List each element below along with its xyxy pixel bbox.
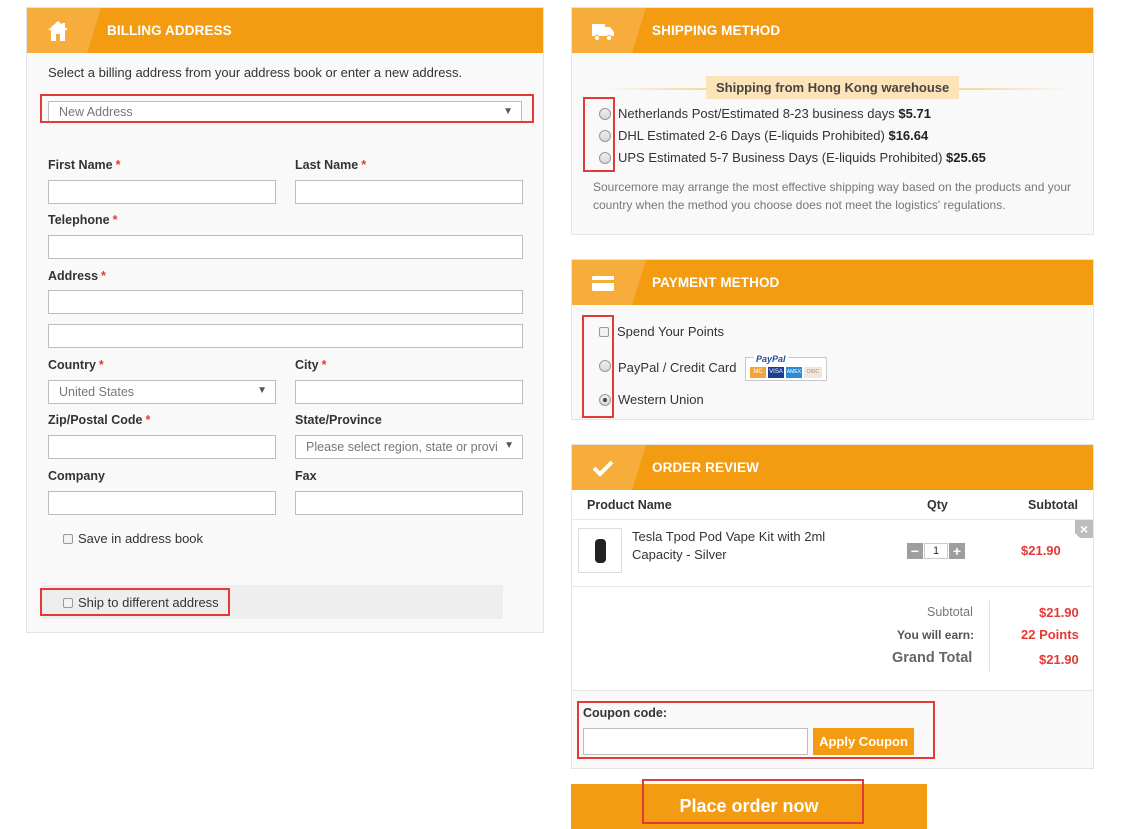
earn-value: 22 Points [1021,627,1079,642]
telephone-label: Telephone * [48,213,118,227]
checkmark-icon [592,460,614,477]
credit-card-icon [592,276,614,291]
billing-title: BILLING ADDRESS [107,23,232,38]
billing-header: BILLING ADDRESS [27,8,543,53]
telephone-field[interactable] [48,235,523,259]
payment-header: PAYMENT METHOD [572,260,1093,305]
spend-points-label: Spend Your Points [617,324,724,339]
payment-radios-highlight [582,315,614,418]
place-order-highlight [642,779,864,824]
item-divider [572,586,1093,587]
save-address-checkbox[interactable] [63,534,73,544]
discover-logo: DISC [804,367,822,378]
review-header: ORDER REVIEW [572,445,1093,490]
fax-field[interactable] [295,491,523,515]
earn-label: You will earn: [897,628,975,642]
shipping-option-ups: UPS Estimated 5-7 Business Days (E-liqui… [618,150,986,165]
payment-method-panel: PAYMENT METHOD Spend Your Points PayPal … [571,259,1094,420]
first-name-label: First Name * [48,158,121,172]
qty-decrease-button[interactable]: − [907,543,923,559]
totals-divider [989,601,990,671]
shipping-method-panel: SHIPPING METHOD Shipping from Hong Kong … [571,7,1094,235]
col-qty-header: Qty [927,498,948,512]
visa-logo: VISA [768,367,784,378]
paypal-logo: PayPal [754,354,788,364]
product-thumbnail[interactable] [578,528,622,573]
qty-input[interactable]: 1 [924,543,948,559]
col-product-header: Product Name [587,498,672,512]
item-price: $21.90 [1021,543,1061,558]
truck-icon [592,24,614,42]
review-table-body [572,490,1093,690]
address-label: Address * [48,269,106,283]
shipping-note-line2: country when the method you choose does … [593,198,1006,212]
shipping-option-dhl: DHL Estimated 2-6 Days (E-liquids Prohib… [618,128,929,143]
country-label: Country * [48,358,104,372]
shipping-header: SHIPPING METHOD [572,8,1093,53]
address-line2-field[interactable] [48,324,523,348]
shipping-title: SHIPPING METHOD [652,23,781,38]
coupon-highlight [577,701,935,759]
city-label: City * [295,358,327,372]
address-select-highlight [40,94,534,123]
ship-different-highlight [40,588,230,616]
zip-label: Zip/Postal Code * [48,413,151,427]
review-title: ORDER REVIEW [652,460,759,475]
remove-item-icon[interactable]: × [1075,520,1093,538]
zip-field[interactable] [48,435,276,459]
grand-total-label: Grand Total [892,650,973,666]
shipping-radios-highlight [583,97,615,172]
company-label: Company [48,469,105,483]
country-select[interactable]: United States ▼ [48,380,276,404]
header-divider [572,519,1093,520]
product-name-line2[interactable]: Capacity - Silver [632,547,727,562]
qty-increase-button[interactable]: + [949,543,965,559]
fax-label: Fax [295,469,317,483]
country-select-value: United States [59,385,135,399]
paypal-label: PayPal / Credit Card [618,360,737,375]
first-name-field[interactable] [48,180,276,204]
shipping-note-line1: Sourcemore may arrange the most effectiv… [593,180,1072,194]
paypal-card-logos: PayPal MC VISA AMEX DISC [745,354,827,381]
western-union-label: Western Union [618,392,704,407]
company-field[interactable] [48,491,276,515]
chevron-down-icon: ▼ [504,440,514,451]
shipping-option-netherlands: Netherlands Post/Estimated 8-23 business… [618,106,931,121]
save-address-label: Save in address book [78,531,204,546]
billing-intro: Select a billing address from your addre… [48,65,463,80]
payment-title: PAYMENT METHOD [652,275,780,290]
product-name-line1[interactable]: Tesla Tpod Pod Vape Kit with 2ml [632,529,825,544]
state-select-value: Please select region, state or provi [306,440,498,454]
state-select[interactable]: Please select region, state or provi ▼ [295,435,523,459]
grand-total-value: $21.90 [1039,652,1079,667]
warehouse-banner: Shipping from Hong Kong warehouse [706,76,960,99]
subtotal-value: $21.90 [1039,605,1079,620]
address-line1-field[interactable] [48,290,523,314]
chevron-down-icon: ▼ [257,385,267,396]
last-name-field[interactable] [295,180,523,204]
amex-logo: AMEX [786,367,802,378]
mastercard-logo: MC [750,367,766,378]
state-label: State/Province [295,413,382,427]
city-field[interactable] [295,380,523,404]
last-name-label: Last Name * [295,158,367,172]
home-icon [48,21,68,41]
coupon-divider [572,690,1093,691]
col-subtotal-header: Subtotal [1028,498,1078,512]
subtotal-label: Subtotal [927,605,973,619]
